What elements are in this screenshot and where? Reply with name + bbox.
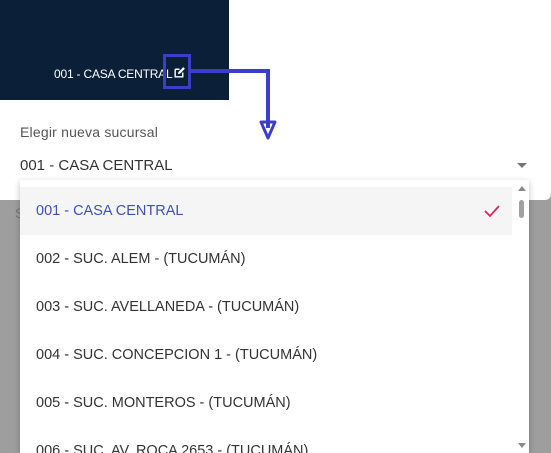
dropdown-option[interactable]: 004 - SUC. CONCEPCION 1 - (TUCUMÁN) [20,331,512,379]
dropdown-option[interactable]: 001 - CASA CENTRAL [20,187,512,235]
scroll-thumb[interactable] [519,200,524,218]
option-label: 005 - SUC. MONTEROS - (TUCUMÁN) [36,395,291,411]
dropdown-caret-icon[interactable] [517,163,527,168]
dropdown-option[interactable]: 003 - SUC. AVELLANEDA - (TUCUMÁN) [20,283,512,331]
scroll-up-icon[interactable] [518,186,526,191]
option-label: 003 - SUC. AVELLANEDA - (TUCUMÁN) [36,299,300,315]
option-label: 001 - CASA CENTRAL [36,203,184,219]
branch-select-label: Elegir nueva sucursal [20,124,159,140]
option-label: 006 - SUC. AV. ROCA 2653 - (TUCUMÁN) [36,443,309,453]
branch-select-value: 001 - CASA CENTRAL [20,157,173,174]
branch-dropdown-menu[interactable]: 001 - CASA CENTRAL 002 - SUC. ALEM - (TU… [20,180,529,453]
dropdown-option[interactable]: 002 - SUC. ALEM - (TUCUMÁN) [20,235,512,283]
dropdown-option[interactable]: 006 - SUC. AV. ROCA 2653 - (TUCUMÁN) [20,427,512,453]
option-label: 002 - SUC. ALEM - (TUCUMÁN) [36,251,246,267]
scroll-down-icon[interactable] [518,443,526,448]
dropdown-option[interactable]: 005 - SUC. MONTEROS - (TUCUMÁN) [20,379,512,427]
dropdown-scrollbar[interactable] [515,180,529,453]
option-label: 004 - SUC. CONCEPCION 1 - (TUCUMÁN) [36,347,318,363]
checkmark-icon [484,205,500,218]
